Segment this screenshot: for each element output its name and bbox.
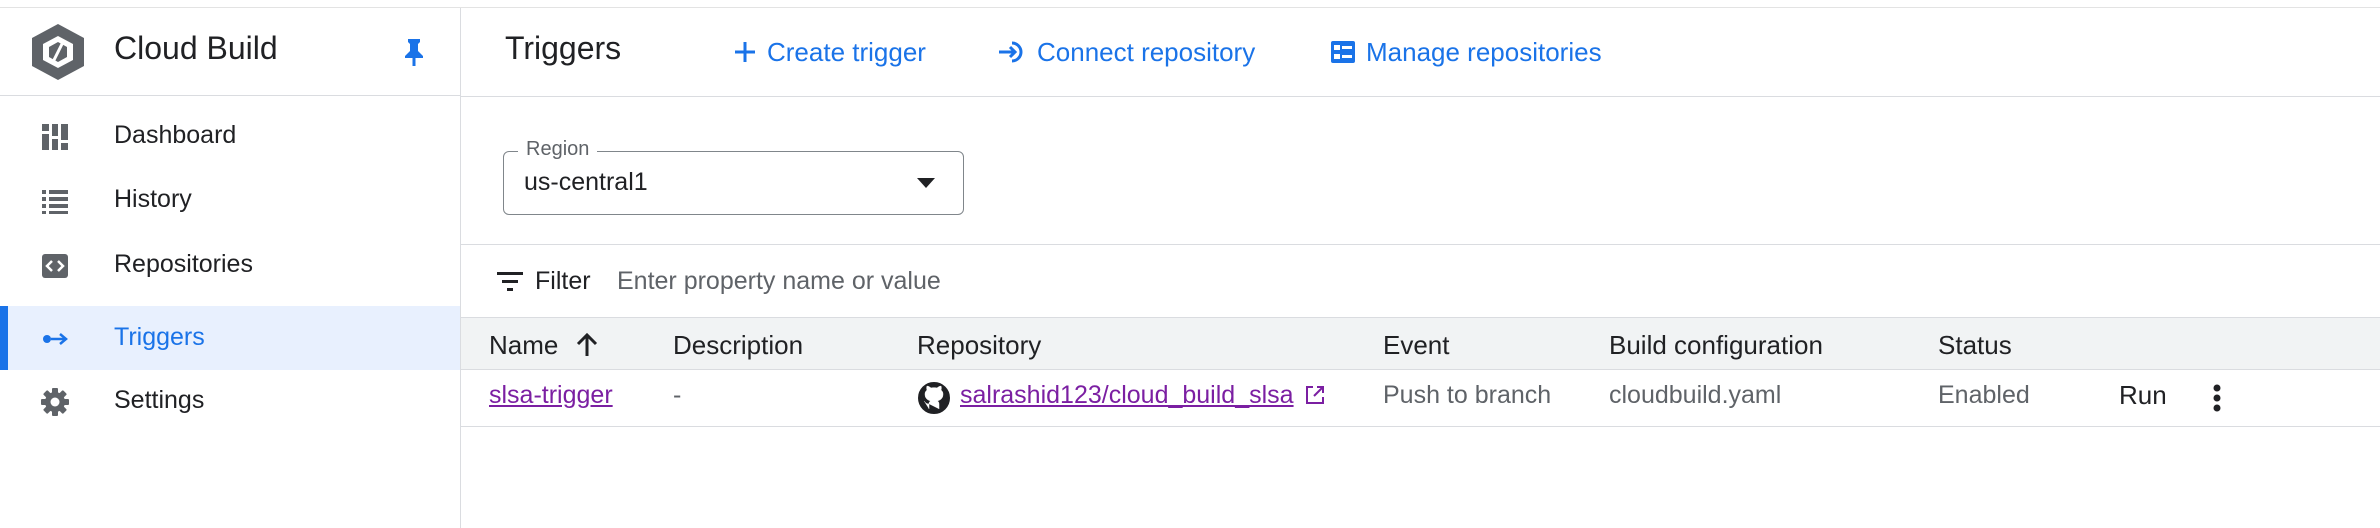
manage-repositories-button[interactable]: Manage repositories bbox=[1330, 32, 1602, 72]
region-label: Region bbox=[518, 138, 598, 161]
sidebar-item-triggers[interactable]: Triggers bbox=[0, 306, 460, 370]
column-header-build-configuration[interactable]: Build configuration bbox=[1609, 330, 1823, 361]
filter-input[interactable] bbox=[617, 259, 1517, 303]
manage-icon bbox=[1331, 41, 1355, 63]
cloud-build-logo bbox=[32, 24, 84, 80]
region-value: us-central1 bbox=[524, 168, 648, 196]
column-header-repository[interactable]: Repository bbox=[917, 330, 1041, 361]
page-title: Triggers bbox=[505, 30, 622, 66]
filter-label[interactable]: Filter bbox=[535, 267, 591, 296]
column-header-description[interactable]: Description bbox=[673, 330, 803, 361]
arrow-up-icon[interactable] bbox=[575, 332, 599, 358]
trigger-build-config: cloudbuild.yaml bbox=[1609, 381, 1782, 409]
more-vert-icon[interactable] bbox=[2205, 380, 2229, 416]
column-header-status[interactable]: Status bbox=[1938, 330, 2012, 361]
pin-icon[interactable] bbox=[400, 36, 428, 68]
sidebar-item-label: Settings bbox=[114, 386, 205, 414]
trigger-description: - bbox=[673, 381, 682, 409]
sidebar-item-settings[interactable]: Settings bbox=[0, 369, 460, 433]
gear-icon bbox=[41, 388, 69, 416]
plus-icon bbox=[735, 42, 755, 62]
manage-repositories-label: Manage repositories bbox=[1366, 36, 1602, 67]
dropdown-arrow-icon bbox=[917, 178, 935, 188]
create-trigger-button[interactable]: Create trigger bbox=[733, 32, 926, 72]
trigger-name-link[interactable]: slsa-trigger bbox=[489, 381, 613, 410]
column-header-name[interactable]: Name bbox=[489, 330, 558, 361]
connect-icon bbox=[999, 41, 1023, 63]
app-title: Cloud Build bbox=[114, 30, 278, 66]
page-header: Triggers Create trigger Connect reposito… bbox=[461, 8, 2380, 97]
code-icon bbox=[42, 254, 68, 278]
sidebar-item-dashboard[interactable]: Dashboard bbox=[0, 104, 460, 168]
run-button[interactable]: Run bbox=[2119, 380, 2167, 411]
status-badge: Enabled bbox=[1938, 381, 2030, 409]
connect-repository-label: Connect repository bbox=[1037, 36, 1256, 67]
repository-link[interactable]: salrashid123/cloud_build_slsa bbox=[960, 381, 1294, 410]
region-select[interactable]: Region us-central1 bbox=[503, 138, 964, 215]
dashboard-icon bbox=[42, 124, 68, 150]
github-icon bbox=[918, 382, 950, 414]
sidebar: Cloud Build Dashboard History Repositori… bbox=[0, 8, 461, 528]
table-row: slsa-trigger - salrashid123/cloud_build_… bbox=[461, 370, 2380, 427]
trigger-event: Push to branch bbox=[1383, 381, 1552, 409]
connect-repository-button[interactable]: Connect repository bbox=[997, 32, 1255, 72]
sidebar-item-history[interactable]: History bbox=[0, 168, 460, 232]
column-header-event[interactable]: Event bbox=[1383, 330, 1450, 361]
top-border bbox=[0, 0, 2380, 8]
filter-icon[interactable] bbox=[497, 271, 523, 293]
filter-bar: Filter bbox=[461, 244, 2380, 318]
table-header: Name Description Repository Event Build … bbox=[461, 318, 2380, 370]
list-icon bbox=[42, 190, 68, 214]
external-link-icon[interactable] bbox=[1304, 384, 1326, 406]
sidebar-item-label: Triggers bbox=[114, 323, 205, 351]
sidebar-header: Cloud Build bbox=[0, 8, 460, 96]
sidebar-item-label: Dashboard bbox=[114, 121, 237, 149]
trigger-icon bbox=[43, 333, 68, 345]
sidebar-item-label: History bbox=[114, 185, 192, 213]
sidebar-item-repositories[interactable]: Repositories bbox=[0, 233, 460, 297]
create-trigger-label: Create trigger bbox=[767, 36, 926, 67]
sidebar-item-label: Repositories bbox=[114, 250, 253, 278]
